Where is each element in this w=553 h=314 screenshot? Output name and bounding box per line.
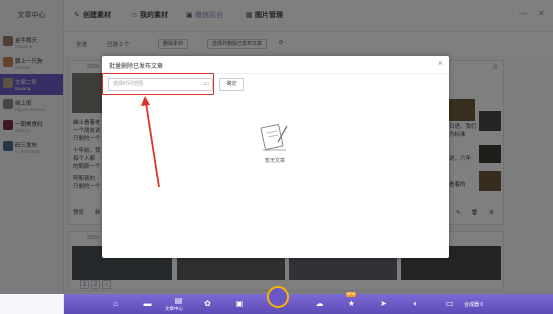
main-menu-button[interactable] [267,286,289,308]
dock-article-label: 文章中心 [165,306,183,311]
share-icon[interactable]: ◐ [410,298,421,309]
compose-text: 合成器 [464,302,480,308]
send-icon[interactable]: ➤ [378,298,389,309]
annotation-arrow [141,96,160,188]
compose-count: 0 [480,302,484,308]
article-icon[interactable]: ▤ [173,295,184,306]
chat-icon[interactable]: ☁ [314,298,325,309]
gift-icon[interactable]: ✿ [202,298,213,309]
wallet-icon[interactable]: ▣ [234,298,245,309]
bottom-dock: ⌂ ▬ ▤ 文章中心 ✿ ▣ ☁ NEW ★ ➤ ◐ ▭ 合成器 0 [64,286,553,314]
monitor-icon[interactable]: ▬ [142,298,153,309]
display-icon[interactable]: ▭ [444,298,455,309]
star-icon[interactable]: ★ [346,298,357,309]
home-icon[interactable]: ⌂ [110,298,121,309]
new-badge: NEW [346,292,356,297]
compose-label[interactable]: 合成器 0 [464,301,483,308]
